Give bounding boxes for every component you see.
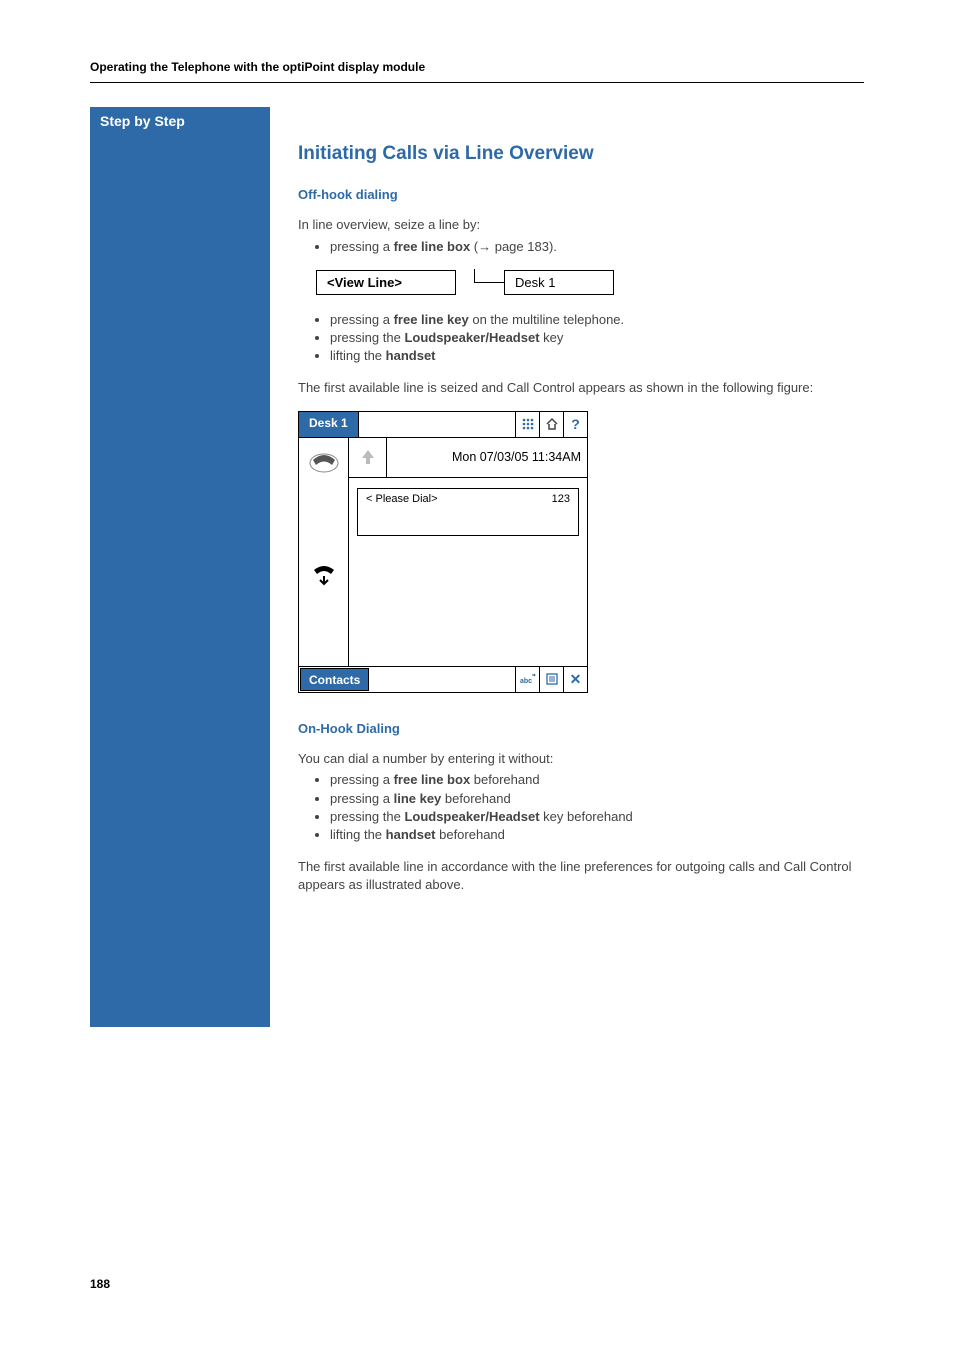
text: beforehand — [436, 827, 505, 842]
keypad-icon[interactable] — [515, 412, 539, 437]
display-top-bar: Desk 1 ? — [299, 412, 587, 438]
text: pressing the — [330, 809, 404, 824]
text-bold: free line key — [394, 312, 469, 327]
text-bold: handset — [386, 348, 436, 363]
onhook-bullet-list: pressing a free line box beforehand pres… — [330, 771, 864, 844]
text: key — [540, 330, 564, 345]
onhook-heading: On-Hook Dialing — [298, 721, 864, 736]
sidebar-title: Step by Step — [100, 113, 185, 129]
section-title: Initiating Calls via Line Overview — [298, 143, 864, 165]
text: beforehand — [441, 791, 510, 806]
offhook-bullet-list-1: pressing a free line box (→ page 183). — [330, 238, 864, 256]
onhook-bullet-handset: lifting the handset beforehand — [330, 826, 864, 844]
text: lifting the — [330, 348, 386, 363]
offhook-bullet-freelinebox: pressing a free line box (→ page 183). — [330, 238, 864, 256]
desk1-box[interactable]: Desk 1 — [504, 270, 614, 295]
list-icon[interactable] — [539, 667, 563, 692]
onhook-bullet-linekey: pressing a line key beforehand — [330, 790, 864, 808]
text: lifting the — [330, 827, 386, 842]
dial-prompt-box[interactable]: < Please Dial> 123 — [357, 488, 579, 536]
dial-prompt-text: < Please Dial> — [366, 493, 438, 505]
text: pressing a — [330, 791, 394, 806]
display-bottom-bar: Contacts abc ✕ — [299, 666, 587, 692]
onhook-bullet-freelinebox: pressing a free line box beforehand — [330, 771, 864, 789]
onhook-bullet-loudspeaker: pressing the Loudspeaker/Headset key bef… — [330, 808, 864, 826]
up-arrow-icon[interactable] — [349, 438, 387, 477]
sidebar-step-by-step: Step by Step — [90, 107, 270, 1027]
running-header: Operating the Telephone with the optiPoi… — [90, 60, 864, 74]
text: (→ page 183). — [470, 239, 557, 254]
offhook-intro: In line overview, seize a line by: — [298, 216, 864, 234]
phone-down-icon — [299, 552, 348, 666]
text-bold: Loudspeaker/Headset — [404, 330, 539, 345]
text-bold: Loudspeaker/Headset — [404, 809, 539, 824]
text-bold: line key — [394, 791, 442, 806]
close-icon[interactable]: ✕ — [563, 667, 587, 692]
handset-icon — [299, 438, 348, 552]
text: beforehand — [470, 772, 539, 787]
page-number: 188 — [90, 1277, 110, 1291]
text: pressing a — [330, 312, 394, 327]
onhook-result-text: The first available line in accordance w… — [298, 858, 864, 893]
dial-mode-text: 123 — [552, 493, 570, 505]
onhook-intro: You can dial a number by entering it wit… — [298, 750, 864, 768]
text-bold: free line box — [394, 772, 471, 787]
text-bold: handset — [386, 827, 436, 842]
text: key beforehand — [540, 809, 633, 824]
text: on the multiline telephone. — [469, 312, 624, 327]
offhook-bullet-handset: lifting the handset — [330, 347, 864, 365]
header-rule — [90, 82, 864, 83]
offhook-result-text: The first available line is seized and C… — [298, 379, 864, 397]
offhook-heading: Off-hook dialing — [298, 187, 864, 202]
text: pressing a — [330, 772, 394, 787]
display-timestamp: Mon 07/03/05 11:34AM — [387, 450, 587, 464]
display-left-column — [299, 438, 349, 666]
text: pressing the — [330, 330, 404, 345]
offhook-bullet-list-2: pressing a free line key on the multilin… — [330, 311, 864, 366]
help-icon[interactable]: ? — [563, 412, 587, 437]
connector-line — [474, 269, 504, 283]
display-module: Desk 1 ? — [298, 411, 588, 693]
svg-text:abc: abc — [520, 678, 532, 685]
text-bold: free line box — [394, 239, 471, 254]
text: pressing a — [330, 239, 394, 254]
view-line-box[interactable]: <View Line> — [316, 270, 456, 295]
offhook-bullet-freelinekey: pressing a free line key on the multilin… — [330, 311, 864, 329]
home-icon[interactable] — [539, 412, 563, 437]
display-tab-desk1[interactable]: Desk 1 — [299, 412, 359, 437]
abc-icon[interactable]: abc — [515, 667, 539, 692]
contacts-tab[interactable]: Contacts — [300, 668, 369, 691]
line-box-row: <View Line> Desk 1 — [316, 270, 864, 295]
offhook-bullet-loudspeaker: pressing the Loudspeaker/Headset key — [330, 329, 864, 347]
